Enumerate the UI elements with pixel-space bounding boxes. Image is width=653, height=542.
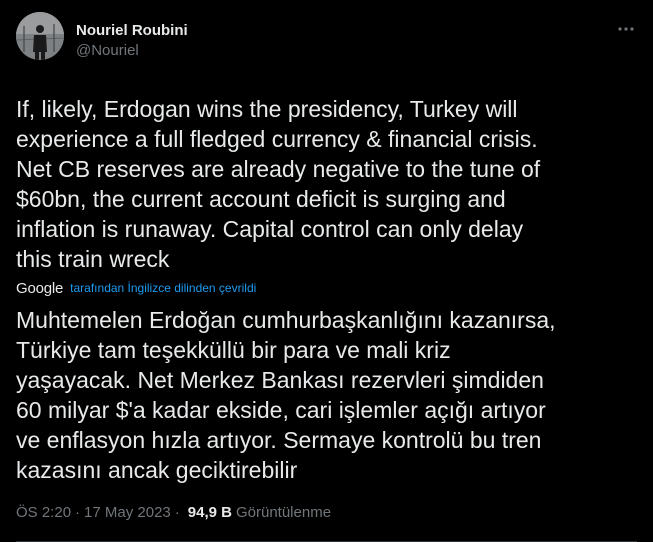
more-horizontal-icon — [618, 27, 634, 31]
author-handle[interactable]: @Nouriel — [76, 41, 188, 61]
meta-separator: · — [75, 504, 81, 521]
translation-note-link[interactable]: tarafından İngilizce dilinden çevrildi — [70, 281, 256, 295]
avatar[interactable] — [16, 12, 64, 60]
google-logo: Google — [16, 279, 64, 297]
tweet-time[interactable]: ÖS 2:20 — [16, 504, 71, 521]
tweet-meta: ÖS 2:20 · 17 May 2023 · 94,9 B Görüntüle… — [16, 504, 331, 521]
tweet-header: Nouriel Roubini @Nouriel — [16, 12, 637, 68]
author-display-name[interactable]: Nouriel Roubini — [76, 21, 188, 41]
views-label: Görüntülenme — [235, 504, 332, 521]
tweet: Nouriel Roubini @Nouriel If, likely, Erd… — [0, 0, 653, 542]
avatar-photo — [16, 12, 64, 60]
meta-separator-2: · — [174, 504, 180, 521]
more-options-button[interactable] — [615, 18, 637, 40]
tweet-date[interactable]: 17 May 2023 — [84, 504, 171, 521]
translation-attribution: Google tarafından İngilizce dilinden çev… — [16, 277, 637, 299]
views-count: 94,9 B — [187, 504, 232, 521]
author-names: Nouriel Roubini @Nouriel — [76, 12, 188, 61]
translated-text: Muhtemelen Erdoğan cumhurbaşkanlığını ka… — [16, 307, 556, 483]
tweet-text: If, likely, Erdogan wins the presidency,… — [16, 96, 541, 272]
